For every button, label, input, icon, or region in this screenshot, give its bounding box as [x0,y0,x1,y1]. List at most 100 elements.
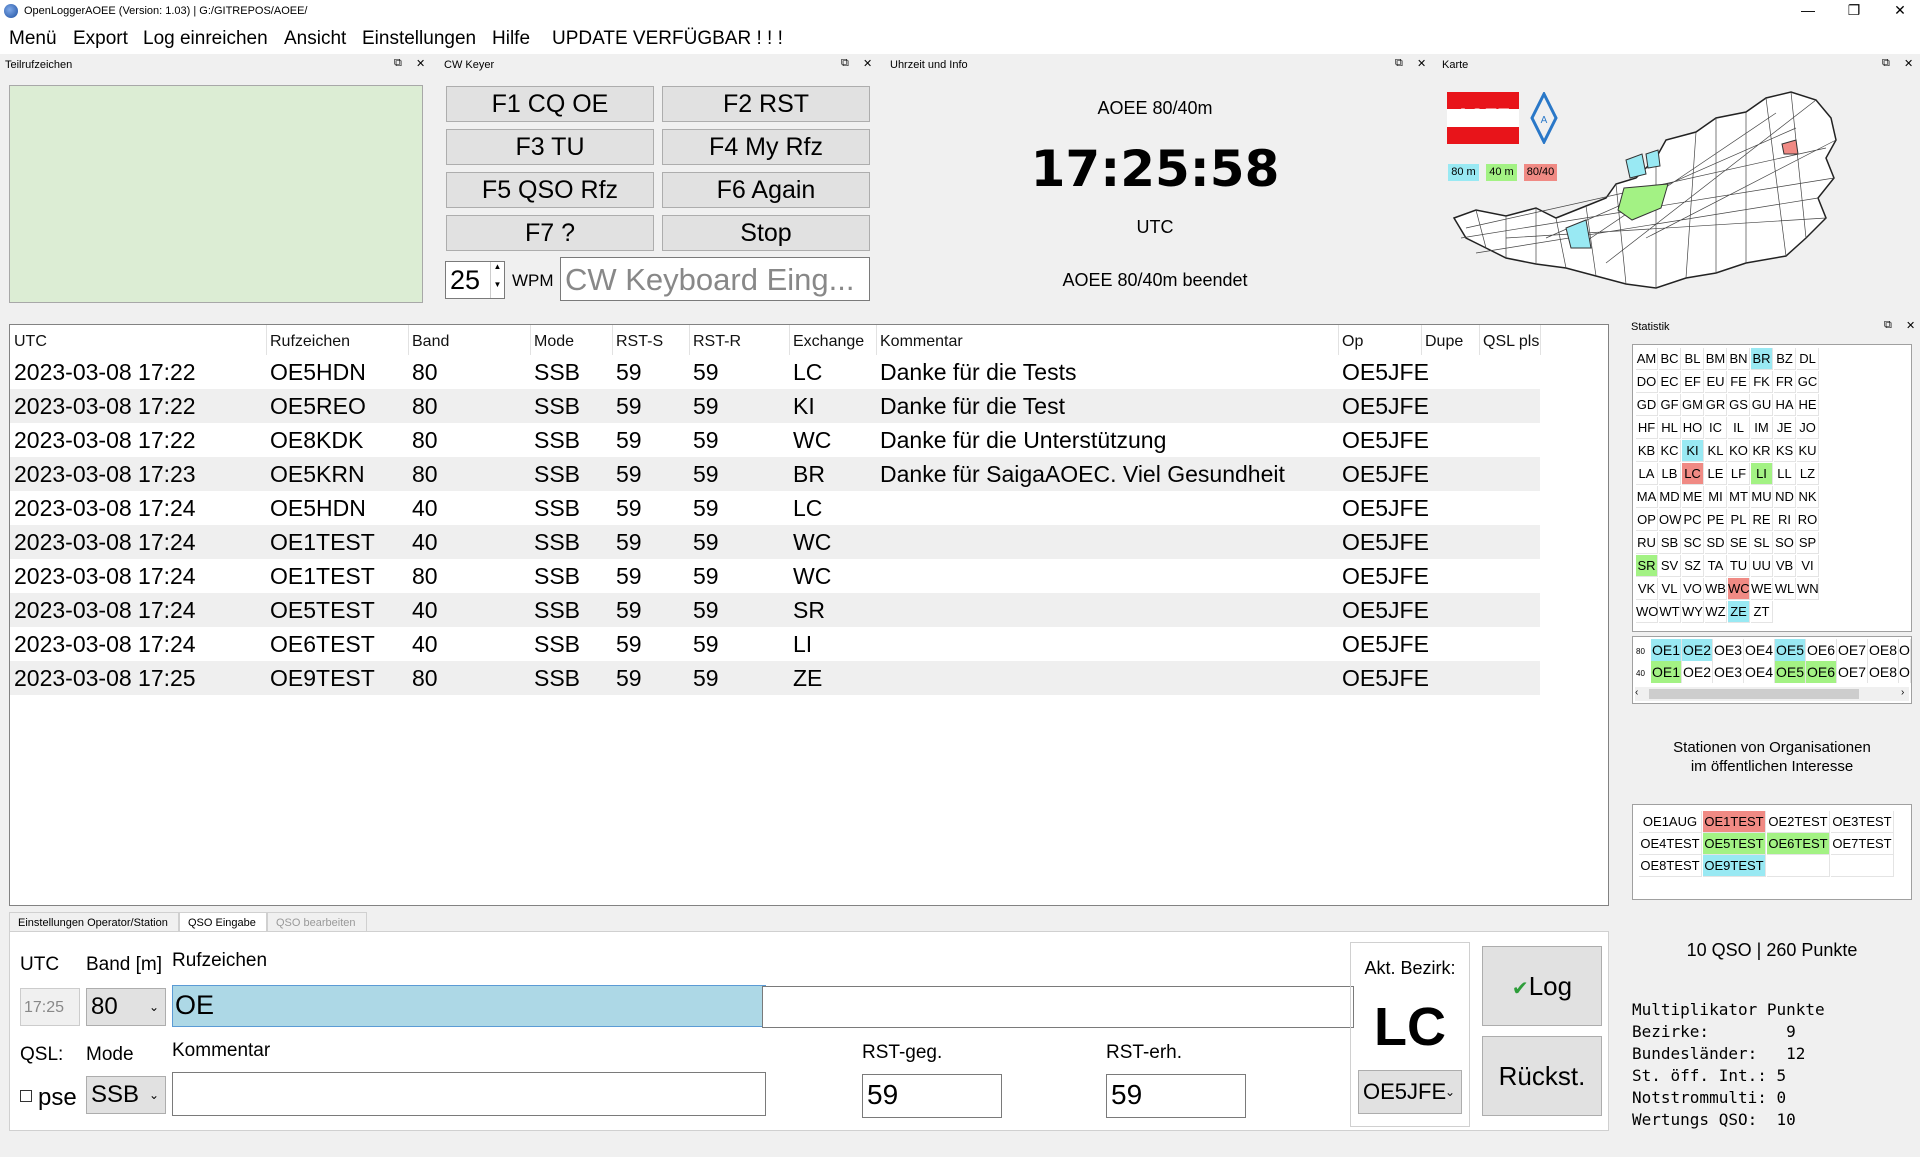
menu-export[interactable]: Export [73,28,128,50]
spin-down-icon[interactable]: ▼ [490,280,504,298]
band-select[interactable]: 80 ⌄ [86,988,166,1026]
wpm-spinbox[interactable]: 25 ▲ ▼ [445,261,505,299]
col-header-band[interactable]: Band [412,333,449,351]
operator-select[interactable]: OE5JFE ⌄ [1358,1070,1462,1114]
keyer-f6-button[interactable]: F6 Again [662,172,870,208]
horizontal-scrollbar[interactable]: ‹ › [1635,687,1909,701]
close-icon[interactable]: ✕ [1906,319,1915,332]
mode-select[interactable]: SSB ⌄ [86,1076,166,1114]
qsl-checkbox[interactable] [20,1090,32,1102]
district-cell: HL [1659,417,1681,439]
cell-band: 40 [412,631,438,657]
float-icon[interactable]: ⧉ [1395,57,1403,70]
menu-hilfe[interactable]: Hilfe [492,28,530,50]
table-row[interactable]: 2023-03-08 17:24 OE5TEST 40 SSB 59 59 SR OE5JFE [10,593,1540,627]
table-row[interactable]: 2023-03-08 17:24 OE1TEST 40 SSB 59 59 WC OE5JFE [10,525,1540,559]
cell-band: 40 [412,597,438,623]
mode-value: SSB [91,1081,140,1108]
col-header-op[interactable]: Op [1342,333,1363,351]
table-row[interactable]: 2023-03-08 17:24 OE1TEST 80 SSB 59 59 WC OE5JFE [10,559,1540,593]
kommentar-input[interactable] [172,1072,766,1116]
cell-rufzeichen: OE5KRN [270,461,365,487]
band-region-cell: OE3 [1713,661,1744,683]
panel-cw-keyer-header: CW Keyer ⧉ ✕ [439,56,879,76]
rst-erh-input[interactable]: 59 [1106,1074,1246,1118]
close-icon[interactable]: ✕ [863,57,872,70]
table-row[interactable]: 2023-03-08 17:22 OE5REO 80 SSB 59 59 KI Danke f… [10,389,1540,423]
teilrufzeichen-list[interactable] [9,85,423,303]
rufzeichen-info-field[interactable] [762,986,1354,1028]
band-region-grid[interactable]: 80 OE1 OE2 OE3 OE4 OE5 OE6 OE7 OE8 O 40 OE1 OE2 OE3 OE… [1632,636,1912,704]
district-cell: VI [1797,555,1819,577]
col-header-qsl[interactable]: QSL pls [1483,333,1539,351]
cw-keyboard-input[interactable]: CW Keyboard Eing... [560,257,870,301]
col-header-rufzeichen[interactable]: Rufzeichen [270,333,350,351]
keyer-f4-button[interactable]: F4 My Rfz [662,129,870,165]
scroll-right-icon[interactable]: › [1901,687,1904,698]
float-icon[interactable]: ⧉ [1882,57,1890,70]
band-region-cell: OE1 [1651,661,1682,683]
keyer-f7-button[interactable]: F7 ? [446,215,654,251]
cell-mode: SSB [534,529,581,555]
tab-qso-bearbeiten[interactable]: QSO bearbeiten [267,912,367,932]
col-header-utc[interactable]: UTC [14,333,47,351]
reset-button[interactable]: Rückst. [1482,1036,1602,1116]
close-icon[interactable]: ✕ [416,57,425,70]
menu-ansicht[interactable]: Ansicht [284,28,346,50]
org-stations-grid[interactable]: OE1AUG OE1TEST OE2TEST OE3TEST OE4TEST OE5TES… [1632,804,1912,900]
float-icon[interactable]: ⧉ [1884,319,1892,332]
keyer-f2-button[interactable]: F2 RST [662,86,870,122]
cell-rst-r: 59 [693,359,719,385]
tab-einstellungen[interactable]: Einstellungen Operator/Station [9,912,179,932]
menu-einstellungen[interactable]: Einstellungen [362,28,476,50]
scroll-left-icon[interactable]: ‹ [1635,687,1638,698]
keyer-f1-button[interactable]: F1 CQ OE [446,86,654,122]
table-row[interactable]: 2023-03-08 17:22 OE8KDK 80 SSB 59 59 WC Danke f… [10,423,1540,457]
district-cell: VL [1659,578,1681,600]
float-icon[interactable]: ⧉ [841,57,849,70]
rufzeichen-input[interactable]: OE [172,985,766,1027]
app-icon [4,4,18,18]
keyer-f3-button[interactable]: F3 TU [446,129,654,165]
district-cell: BM [1705,348,1727,370]
menu-log-einreichen[interactable]: Log einreichen [143,28,268,50]
utc-input[interactable]: 17:25 [20,988,80,1026]
col-header-mode[interactable]: Mode [534,333,574,351]
scrollbar-thumb[interactable] [1649,689,1859,699]
table-row[interactable]: 2023-03-08 17:22 OE5HDN 80 SSB 59 59 LC Danke f… [10,355,1540,389]
table-row[interactable]: 2023-03-08 17:25 OE9TEST 80 SSB 59 59 ZE OE5JFE [10,661,1540,695]
district-cell: LA [1636,463,1658,485]
operator-value: OE5JFE [1363,1079,1447,1104]
log-qso-button[interactable]: ✔Log QSO [1482,946,1602,1082]
district-grid[interactable]: AM BC BL BM BN BR BZ DL DO EC EF EU FE FK FR GC GD GF GM GR… [1632,344,1912,632]
spin-up-icon[interactable]: ▲ [490,262,504,280]
cell-utc: 2023-03-08 17:24 [14,631,196,657]
qso-log-grid[interactable]: UTC Rufzeichen Band Mode RST-S RST-R Exc… [9,324,1609,906]
tab-qso-eingabe[interactable]: QSO Eingabe [179,912,267,932]
col-header-rst-r[interactable]: RST-R [693,333,741,351]
close-icon[interactable]: ✕ [1417,57,1426,70]
menu-menue[interactable]: Menü [9,28,57,50]
close-icon[interactable]: ✕ [1877,0,1920,22]
rst-geg-input[interactable]: 59 [862,1074,1002,1118]
keyer-stop-button[interactable]: Stop [662,215,870,251]
table-row[interactable]: 2023-03-08 17:24 OE6TEST 40 SSB 59 59 LI OE5JFE [10,627,1540,661]
minimize-icon[interactable]: — [1785,0,1831,22]
col-header-rst-s[interactable]: RST-S [616,333,663,351]
cell-rst-r: 59 [693,665,719,691]
menu-update[interactable]: UPDATE VERFÜGBAR ! ! ! [552,28,783,50]
austria-district-map[interactable] [1446,88,1842,298]
keyer-f5-button[interactable]: F5 QSO Rfz [446,172,654,208]
col-header-kommentar[interactable]: Kommentar [880,333,963,351]
band-region-cell: OE1 [1651,639,1682,661]
maximize-icon[interactable]: ❐ [1831,0,1877,22]
district-cell: LE [1705,463,1727,485]
table-row[interactable]: 2023-03-08 17:24 OE5HDN 40 SSB 59 59 LC OE5JFE [10,491,1540,525]
table-row[interactable]: 2023-03-08 17:23 OE5KRN 80 SSB 59 59 BR Danke f… [10,457,1540,491]
close-icon[interactable]: ✕ [1904,57,1913,70]
cell-exchange: KI [793,393,815,419]
col-header-dupe[interactable]: Dupe [1425,333,1463,351]
col-header-exchange[interactable]: Exchange [793,333,864,351]
float-icon[interactable]: ⧉ [394,57,402,70]
band-region-cell: OE4 [1744,639,1775,661]
